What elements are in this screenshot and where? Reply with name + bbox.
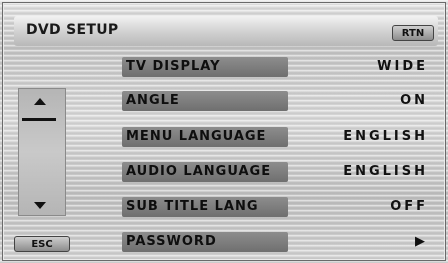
menu-item-tv-display[interactable]: TV DISPLAY <box>122 57 288 77</box>
menu-item-sub-title-lang[interactable]: SUB TITLE LANG <box>122 197 288 217</box>
return-button[interactable]: RTN <box>392 25 434 41</box>
menu-item-angle[interactable]: ANGLE <box>122 91 288 111</box>
sub-title-lang-value: OFF <box>390 199 428 214</box>
escape-button[interactable]: ESC <box>14 236 70 252</box>
scrollbar-thumb[interactable] <box>22 118 56 121</box>
tv-display-value: WIDE <box>377 59 428 74</box>
menu-item-menu-language[interactable]: MENU LANGUAGE <box>122 127 288 147</box>
scroll-down-arrow-icon[interactable] <box>34 202 46 209</box>
scroll-up-arrow-icon[interactable] <box>34 98 46 105</box>
menu-item-password[interactable]: PASSWORD <box>122 232 288 252</box>
angle-value: ON <box>400 93 428 108</box>
scrollbar-track[interactable] <box>18 88 66 216</box>
audio-language-value: ENGLISH <box>343 164 428 179</box>
password-arrow-icon[interactable]: ▶ <box>415 232 428 252</box>
menu-language-value: ENGLISH <box>343 129 428 144</box>
menu-item-audio-language[interactable]: AUDIO LANGUAGE <box>122 162 288 182</box>
page-title: DVD SETUP <box>26 22 119 38</box>
